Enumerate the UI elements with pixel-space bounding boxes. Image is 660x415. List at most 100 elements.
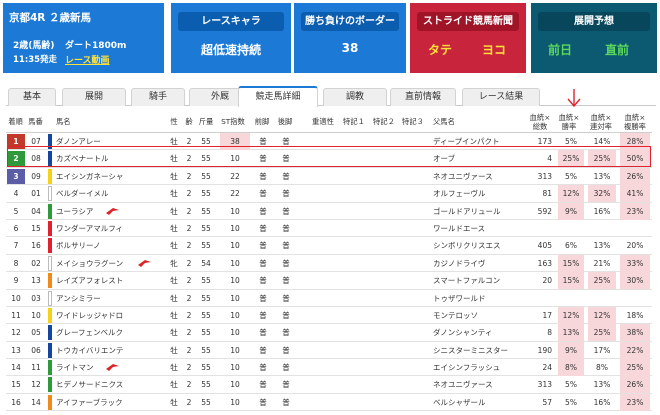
table-row[interactable]: 2 08 カズベナートル牡 2 55 10 普普オーブ 4 25% 25% 50% — [6, 150, 652, 168]
red-mark-icon — [106, 207, 119, 215]
weight-cell: 55 — [201, 241, 211, 251]
age-cell: 2 — [186, 223, 192, 233]
weight-cell: 55 — [201, 276, 211, 286]
col-back[interactable]: 後脚 — [274, 110, 296, 133]
horse-name-link[interactable]: カズベナートル — [56, 150, 166, 167]
table-row[interactable]: 12 05 グレーフェンベルク牡 2 55 10 普 普 ダノンシャンティ 8 13% 25% 38% — [6, 324, 652, 342]
finish-cell: 7 — [7, 238, 25, 254]
tab-race-results[interactable]: レース結果 — [462, 88, 540, 106]
tab-training[interactable]: 調教 — [323, 88, 387, 106]
border-value: 38 — [341, 41, 359, 55]
st-index-cell: 38 — [220, 133, 250, 150]
col-st[interactable]: ST指数 — [218, 110, 248, 133]
front-leg-cell: 普 — [259, 276, 267, 286]
stride-tate-link[interactable]: タテ — [428, 41, 452, 58]
table-row[interactable]: 9 13 レイズアフォレスト牡 2 55 10 普 普 スマートファルコン 20 15% 25% 30% — [6, 272, 652, 290]
color-bar — [48, 290, 52, 306]
umaban-cell: 01 — [31, 189, 41, 199]
horse-name-link[interactable]: グレーフェンベルク — [56, 324, 166, 341]
front-leg-cell: 普 — [259, 328, 267, 338]
col-sex[interactable]: 性 — [168, 110, 180, 133]
table-row[interactable]: 7 16 ボルサリーノ牡 2 55 10 普 普 シンボリクリスエス 405 6% 13% 20% — [6, 237, 652, 255]
table-body: 1 07 ダノンアレー牡 2 55 38 普普ディープインパクト 173 5% 14% 28% 2 08… — [6, 133, 652, 412]
tab-horse-details[interactable]: 競走馬詳細 — [238, 86, 318, 107]
horse-name-link[interactable]: エイシンガネーシャ — [56, 168, 166, 185]
col-name[interactable]: 馬名 — [56, 110, 116, 133]
bl-show-cell — [620, 220, 650, 237]
table-row[interactable]: 1 07 ダノンアレー牡 2 55 38 普 普 ディープインパクト 173 5% 14% 28% — [6, 133, 652, 151]
tab-basic[interactable]: 基本 — [8, 88, 56, 106]
tab-jockey[interactable]: 騎手 — [131, 88, 185, 106]
back-leg-cell: 普 — [282, 223, 290, 233]
finish-cell: 10 — [7, 290, 25, 306]
table-row[interactable]: 5 04 ユーラシア牡 2 55 10 普普ゴールドアリュール 592 9% 16% 23% — [6, 202, 652, 220]
col-note1[interactable]: 特記１ — [341, 110, 367, 133]
col-bl-starts[interactable]: 血統× 総数 — [526, 110, 554, 133]
col-finish[interactable]: 着順 — [6, 110, 25, 133]
horse-name-link[interactable]: トウカイバリエンテ — [56, 342, 166, 359]
horse-name-link[interactable]: ヒデノサードニクス — [56, 376, 166, 393]
table-row[interactable]: 10 03 アンシミラー牡 2 55 10 普 普 トゥザワールド — [6, 290, 652, 307]
tab-latest-info[interactable]: 直前情報 — [390, 88, 456, 106]
sex-cell: 牡 — [170, 276, 178, 286]
forecast-just-before-link[interactable]: 直前 — [605, 41, 629, 58]
col-bl-win[interactable]: 血統× 勝率 — [556, 110, 582, 133]
col-heavy[interactable]: 重適性 — [308, 110, 338, 133]
col-note3[interactable]: 特記３ — [400, 110, 426, 133]
horse-name-link[interactable]: レイズアフォレスト — [56, 272, 166, 289]
horse-name-link[interactable]: アイファーブラック — [56, 394, 166, 411]
bl-place-cell: 32% — [588, 185, 616, 203]
front-leg-cell: 普 — [259, 241, 267, 251]
table-row[interactable]: 8 02 メイショウラグーン牝 2 54 10 普普カジノドライヴ 163 15% 21% 33% — [6, 254, 652, 273]
umaban-cell: 11 — [31, 363, 41, 373]
age-cell: 2 — [186, 380, 192, 390]
col-front[interactable]: 前脚 — [251, 110, 273, 133]
bl-place-cell: 8% — [596, 363, 608, 373]
table-row[interactable]: 16 14 アイファーブラック牡 2 55 10 普 普 ベルシャザール 57 5% 16% 23% — [6, 393, 652, 412]
table-row[interactable]: 15 12 ヒデノサードニクス牡 2 55 10 普 普 ネオユニヴァース 313 5% 13% 26% — [6, 376, 652, 394]
horse-name-link[interactable]: ワイドレッジャドロ — [56, 307, 166, 324]
col-bl-place[interactable]: 血統× 連対率 — [586, 110, 616, 133]
horse-name-link[interactable]: ボルサリーノ — [56, 237, 166, 254]
forecast-day-before-link[interactable]: 前日 — [548, 41, 572, 58]
table-row[interactable]: 4 01 ベルダーイメル牡 2 55 22 普 普 オルフェーヴル 81 12% 32% 41% — [6, 185, 652, 203]
col-weight[interactable]: 斤量 — [197, 110, 215, 133]
col-sire[interactable]: 父馬名 — [433, 110, 483, 133]
col-umaban[interactable]: 馬番 — [26, 110, 45, 133]
horse-name-link[interactable]: アンシミラー — [56, 290, 166, 307]
back-leg-cell: 普 — [282, 363, 290, 373]
bl-starts-cell: 17 — [542, 310, 552, 320]
age-cell: 2 — [186, 171, 192, 181]
table-row[interactable]: 11 10 ワイドレッジャドロ牡 2 55 10 普 普 モンテロッソ 17 12% 12% 18% — [6, 306, 652, 325]
horse-name-link[interactable]: ベルダーイメル — [56, 185, 166, 202]
age-cell: 2 — [186, 241, 192, 251]
table-row[interactable]: 14 11 ライトマン牡 2 55 10 普普エイシンフラッシュ 24 8% 8% 25% — [6, 359, 652, 377]
umaban-cell: 12 — [31, 380, 41, 390]
horse-name-link[interactable]: ワンダーアマルフィ — [56, 220, 166, 237]
col-bl-show[interactable]: 血統× 複勝率 — [618, 110, 652, 133]
weight-cell: 55 — [201, 137, 211, 146]
table-row[interactable]: 3 09 エイシンガネーシャ牡 2 55 22 普 普 ネオユニヴァース 313 5% 13% 26% — [6, 167, 652, 186]
weight-cell: 55 — [201, 189, 211, 199]
color-bar — [48, 203, 52, 219]
horse-name-link[interactable]: ダノンアレー — [56, 133, 166, 150]
col-note2[interactable]: 特記２ — [371, 110, 397, 133]
back-leg-cell: 普 — [282, 154, 290, 164]
bl-win-cell: 5% — [565, 137, 577, 146]
weight-cell: 54 — [201, 258, 211, 268]
col-age[interactable]: 齢 — [183, 110, 195, 133]
bl-place-cell — [588, 220, 616, 237]
bl-place-cell: 21% — [593, 258, 611, 268]
border-card: 勝ち負けのボーダー 38 — [294, 3, 406, 73]
color-bar — [48, 377, 52, 393]
table-row[interactable]: 6 15 ワンダーアマルフィ牡 2 55 10 普 普 ワールドエース — [6, 220, 652, 238]
tab-development[interactable]: 展開 — [62, 88, 126, 106]
bl-starts-cell — [526, 220, 552, 237]
st-index-cell: 10 — [230, 241, 240, 251]
finish-cell: 12 — [7, 325, 25, 341]
front-leg-cell: 普 — [259, 189, 267, 199]
red-mark-icon — [106, 364, 119, 372]
race-video-link[interactable]: レース動画 — [65, 53, 110, 66]
stride-yoko-link[interactable]: ヨコ — [482, 41, 506, 58]
table-row[interactable]: 13 06 トウカイバリエンテ牡 2 55 10 普 普 シニスターミニスター 190 9% 17% 2… — [6, 341, 652, 360]
